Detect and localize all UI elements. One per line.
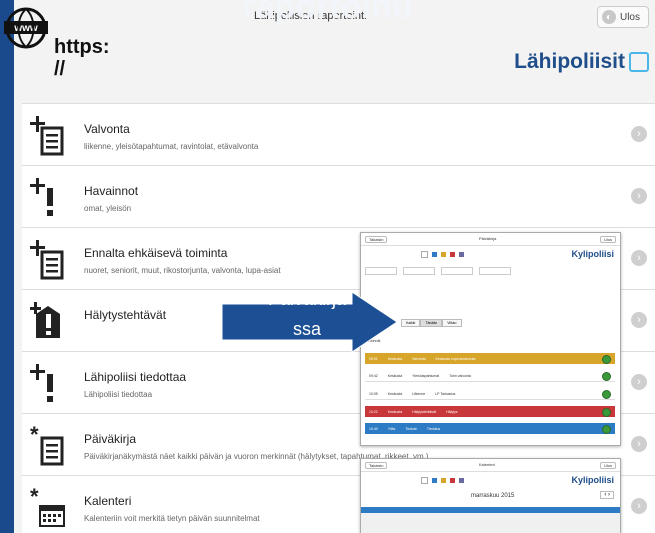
diary-preview-row-type: Valvonta	[412, 356, 426, 361]
menu-item-subtitle: omat, yleisön	[84, 204, 132, 213]
callout-text: Päiväkirja ssa	[232, 284, 382, 344]
svg-text:*: *	[30, 486, 39, 509]
menu-item[interactable]: Havainnot omat, yleisön ›	[22, 165, 655, 227]
menu-item[interactable]: Valvonta liikenne, yleisötapahtumat, ravi…	[22, 103, 655, 165]
menu-item-subtitle: Kalenteriin voit merkitä tietyn päivän s…	[84, 514, 260, 523]
diary-preview-row-where: Keskusta	[387, 356, 403, 361]
menu-item-title: Ennalta ehkäisevä toiminta	[84, 246, 228, 260]
calendar-preview-screenshot: Takaisin Kalenteri Ulos Kylipoliisi marr…	[360, 458, 621, 533]
diary-preview-row-time: 10:40	[369, 426, 378, 431]
diary-preview-back-button: Takaisin	[365, 236, 388, 243]
diary-preview-tab: Tänään	[420, 319, 443, 327]
diary-preview-row-where: Ylläs	[387, 426, 396, 431]
brand-logo: Lähipoliisit	[514, 50, 649, 74]
diary-preview-legend	[421, 251, 465, 258]
diary-preview-row-text: LP Tarkastus	[435, 391, 456, 396]
star-document-icon: *	[30, 422, 66, 468]
diary-preview-row-where: Keskusta	[387, 409, 403, 414]
diary-preview-exit-button: Ulos	[599, 236, 616, 243]
calendar-preview-title: Kalenteri	[479, 462, 495, 467]
check-icon	[602, 355, 611, 364]
diary-preview-tab: Viikko	[442, 319, 462, 327]
calendar-preview-month: marraskuu 2015	[471, 493, 515, 499]
chevron-right-icon: ›	[631, 188, 647, 204]
diary-preview-row-where: Keskusta	[387, 391, 403, 396]
menu-item-title: Lähipoliisi tiedottaa	[84, 370, 187, 384]
calendar-preview-topbar: Takaisin Kalenteri Ulos	[361, 459, 620, 472]
menu-item-title: Hälytystehtävät	[84, 308, 167, 322]
diary-preview-rows: 09:01 Keskusta Valvonta Keskusta nopeusvalv…	[365, 353, 615, 440]
add-exclamation-icon	[30, 362, 66, 406]
diary-preview-row-type: Liikenne	[412, 391, 426, 396]
diary-preview-row: 10:05 Keskusta Liikenne LP Tarkastus	[365, 388, 615, 400]
diary-preview-row-text: Hälytys	[446, 409, 458, 414]
chevron-right-icon: ›	[631, 312, 647, 328]
check-icon	[602, 372, 611, 381]
url-text-line1: https:	[54, 36, 110, 58]
check-icon	[602, 390, 611, 399]
diary-preview-row: 09:42 Keskusta Yleisötapahtumat Torin valvo…	[365, 370, 615, 382]
diary-preview-row-type: Hälytystehtävät	[412, 409, 437, 414]
menu-item-title: Havainnot	[84, 184, 139, 198]
diary-preview-row-text: Tiedotus	[426, 426, 441, 431]
diary-preview-row: 09:01 Keskusta Valvonta Keskusta nopeusvalv…	[365, 353, 615, 364]
chevron-right-icon: ›	[631, 126, 647, 142]
calendar-preview-exit-button: Ulos	[599, 462, 616, 469]
add-document-icon	[30, 114, 66, 158]
check-icon	[602, 425, 611, 434]
callout-text-line: ssa	[292, 319, 321, 339]
diary-preview-row-text: Torin valvonta	[449, 373, 471, 378]
chevron-right-icon: ›	[631, 374, 647, 390]
diary-preview-row-time: 09:42	[369, 373, 378, 378]
chevron-right-icon: ›	[631, 250, 647, 266]
slide-title: raportointi	[242, 0, 413, 26]
url-text-line2: //	[54, 58, 66, 80]
diary-preview-row-type: Yleisötapahtumat	[412, 373, 440, 378]
callout-text-line: Päiväkirja	[267, 289, 347, 309]
diary-preview-filters	[365, 267, 615, 275]
menu-item-title: Päiväkirja	[84, 432, 137, 446]
alarm-exclamation-icon	[30, 300, 66, 344]
add-document-icon	[30, 238, 66, 282]
add-exclamation-icon	[30, 176, 66, 220]
diary-preview-row-type: Tiedote	[405, 426, 417, 431]
diary-preview-title: Päiväkirja	[479, 236, 497, 241]
diary-preview-screenshot: Takaisin Päiväkirja Ulos Kylipoliisi Kai…	[360, 232, 621, 446]
diary-preview-row: 10:22 Keskusta Hälytystehtävät Hälytys	[365, 406, 615, 417]
brand-name: Lähipoliisit	[514, 50, 625, 73]
calendar-preview-nav: ‹ ›	[600, 491, 614, 499]
menu-item-title: Valvonta	[84, 122, 130, 136]
menu-item-subtitle: nuoret, seniorit, muut, rikostorjunta, v…	[84, 266, 281, 275]
diary-preview-tab: Kaikki	[401, 319, 421, 327]
calendar-preview-legend	[421, 477, 465, 484]
url-text: https: //	[54, 36, 110, 80]
diary-preview-row: 10:40 Ylläs Tiedote Tiedotus	[365, 423, 615, 434]
chevron-right-icon: ›	[631, 498, 647, 514]
calendar-icon: *	[30, 484, 66, 530]
menu-item-subtitle: liikenne, yleisötapahtumat, ravintolat, …	[84, 142, 259, 151]
diary-preview-logo: Kylipoliisi	[571, 249, 614, 259]
diary-preview-topbar: Takaisin Päiväkirja Ulos	[361, 233, 620, 246]
menu-item-subtitle: Lähipoliisi tiedottaa	[84, 390, 153, 399]
brand-mark-icon	[629, 52, 649, 72]
diary-preview-row-time: 10:22	[369, 409, 378, 414]
diary-preview-row-time: 09:01	[369, 356, 378, 361]
svg-text:*: *	[30, 424, 39, 447]
chevron-right-icon: ›	[631, 436, 647, 452]
diary-preview-tabs: Kaikki Tänään Viikko	[401, 319, 462, 327]
calendar-preview-logo: Kylipoliisi	[571, 475, 614, 485]
diary-preview-row-where: Keskusta	[387, 373, 403, 378]
diary-preview-row-time: 10:05	[369, 391, 378, 396]
calendar-preview-grid	[361, 513, 620, 533]
menu-item-title: Kalenteri	[84, 494, 132, 508]
check-icon	[602, 408, 611, 417]
calendar-preview-back-button: Takaisin	[365, 462, 388, 469]
diary-preview-row-text: Keskusta nopeusvalvonta	[435, 356, 476, 361]
